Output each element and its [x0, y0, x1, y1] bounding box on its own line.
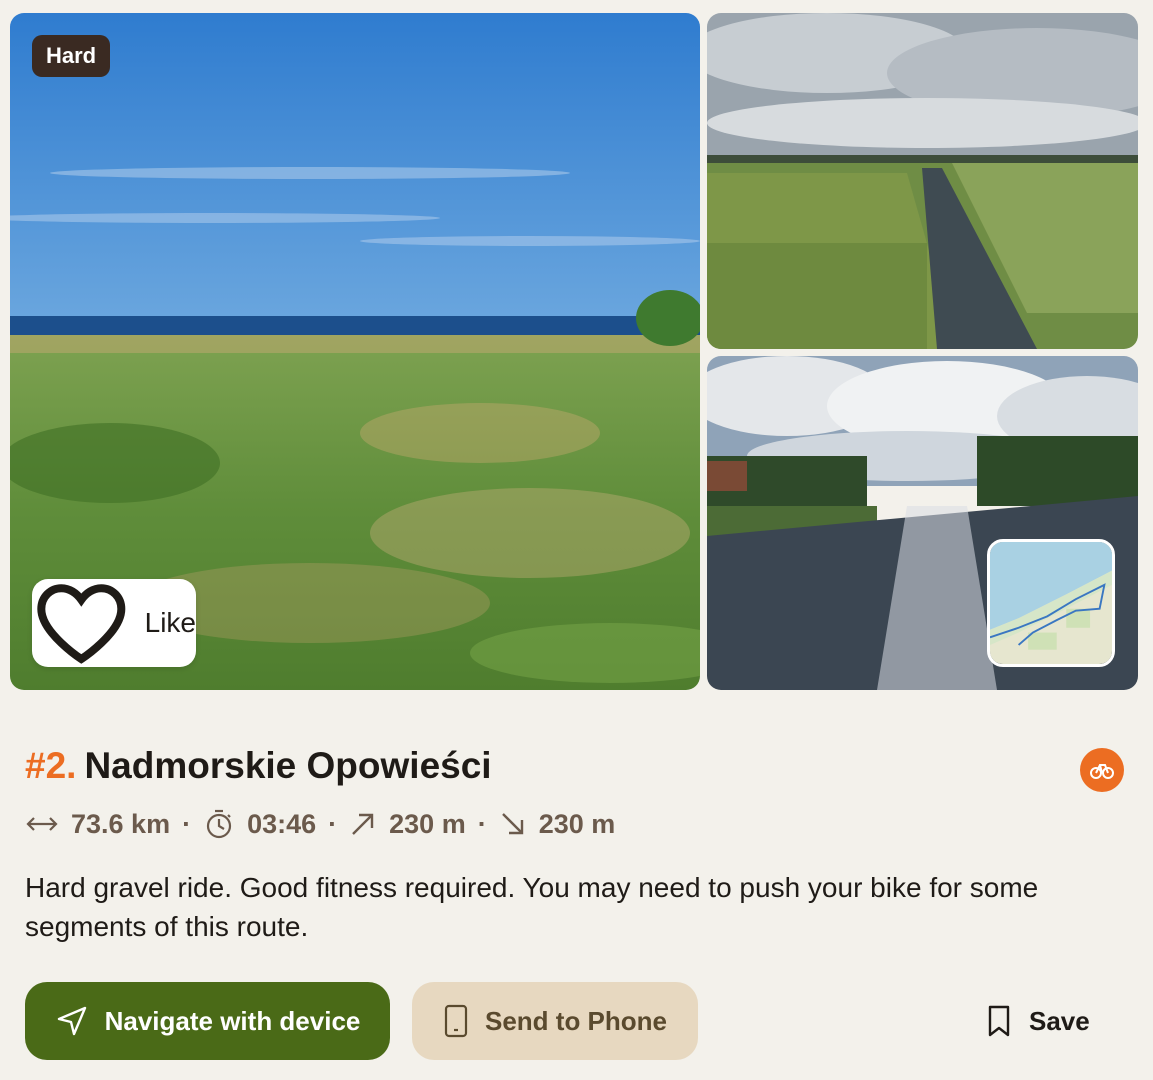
route-description: Hard gravel ride. Good fitness required.…: [25, 872, 1039, 942]
save-button[interactable]: Save: [985, 982, 1115, 1060]
secondary-photo-1[interactable]: [707, 13, 1138, 349]
sport-type-badge: [1080, 748, 1124, 792]
route-map-thumbnail[interactable]: [987, 539, 1115, 667]
like-label: Like: [144, 607, 196, 638]
phone-icon: [444, 1004, 468, 1038]
stat-separator: ·: [182, 808, 192, 839]
difficulty-badge: Hard: [32, 35, 111, 77]
descent-value: 230 m: [538, 808, 616, 839]
bookmark-icon: [988, 1005, 1010, 1037]
reed-canal-image: [707, 13, 1138, 349]
navigation-arrow-icon: [57, 1006, 86, 1036]
route-rank: #2.: [25, 745, 77, 786]
send-to-phone-button[interactable]: Send to Phone: [412, 982, 698, 1060]
heart-icon: [37, 584, 126, 664]
duration-stat: 03:46: [203, 808, 316, 840]
save-label: Save: [1029, 1005, 1090, 1036]
stopwatch-icon: [206, 809, 232, 839]
navigate-with-device-button[interactable]: Navigate with device: [25, 982, 390, 1060]
main-photo[interactable]: Hard Like: [10, 13, 700, 690]
stat-separator: ·: [477, 808, 487, 839]
like-button[interactable]: Like: [32, 579, 196, 667]
ascent-stat: 230 m: [349, 809, 466, 840]
arrow-down-right-icon: [501, 813, 523, 835]
duration-value: 03:46: [247, 808, 317, 839]
route-map-image: [990, 542, 1112, 664]
distance-stat: 73.6 km: [25, 809, 170, 840]
descent-stat: 230 m: [499, 808, 616, 840]
route-title-row: #2. Nadmorskie Opowieści: [25, 745, 492, 787]
stat-separator: ·: [328, 808, 338, 839]
send-label: Send to Phone: [485, 1005, 667, 1036]
photo-gallery: Hard Like: [10, 13, 1138, 690]
bicycle-icon: [1090, 764, 1114, 779]
navigate-label: Navigate with device: [104, 1005, 361, 1036]
ascent-value: 230 m: [389, 808, 466, 839]
route-stats: 73.6 km · 03:46 · 230 m · 230 m: [25, 808, 615, 840]
arrow-up-right-icon: [352, 813, 374, 835]
secondary-photo-2[interactable]: [707, 356, 1138, 690]
distance-value: 73.6 km: [71, 808, 171, 839]
horizontal-arrows-icon: [26, 817, 58, 831]
route-title: Nadmorskie Opowieści: [84, 745, 492, 786]
